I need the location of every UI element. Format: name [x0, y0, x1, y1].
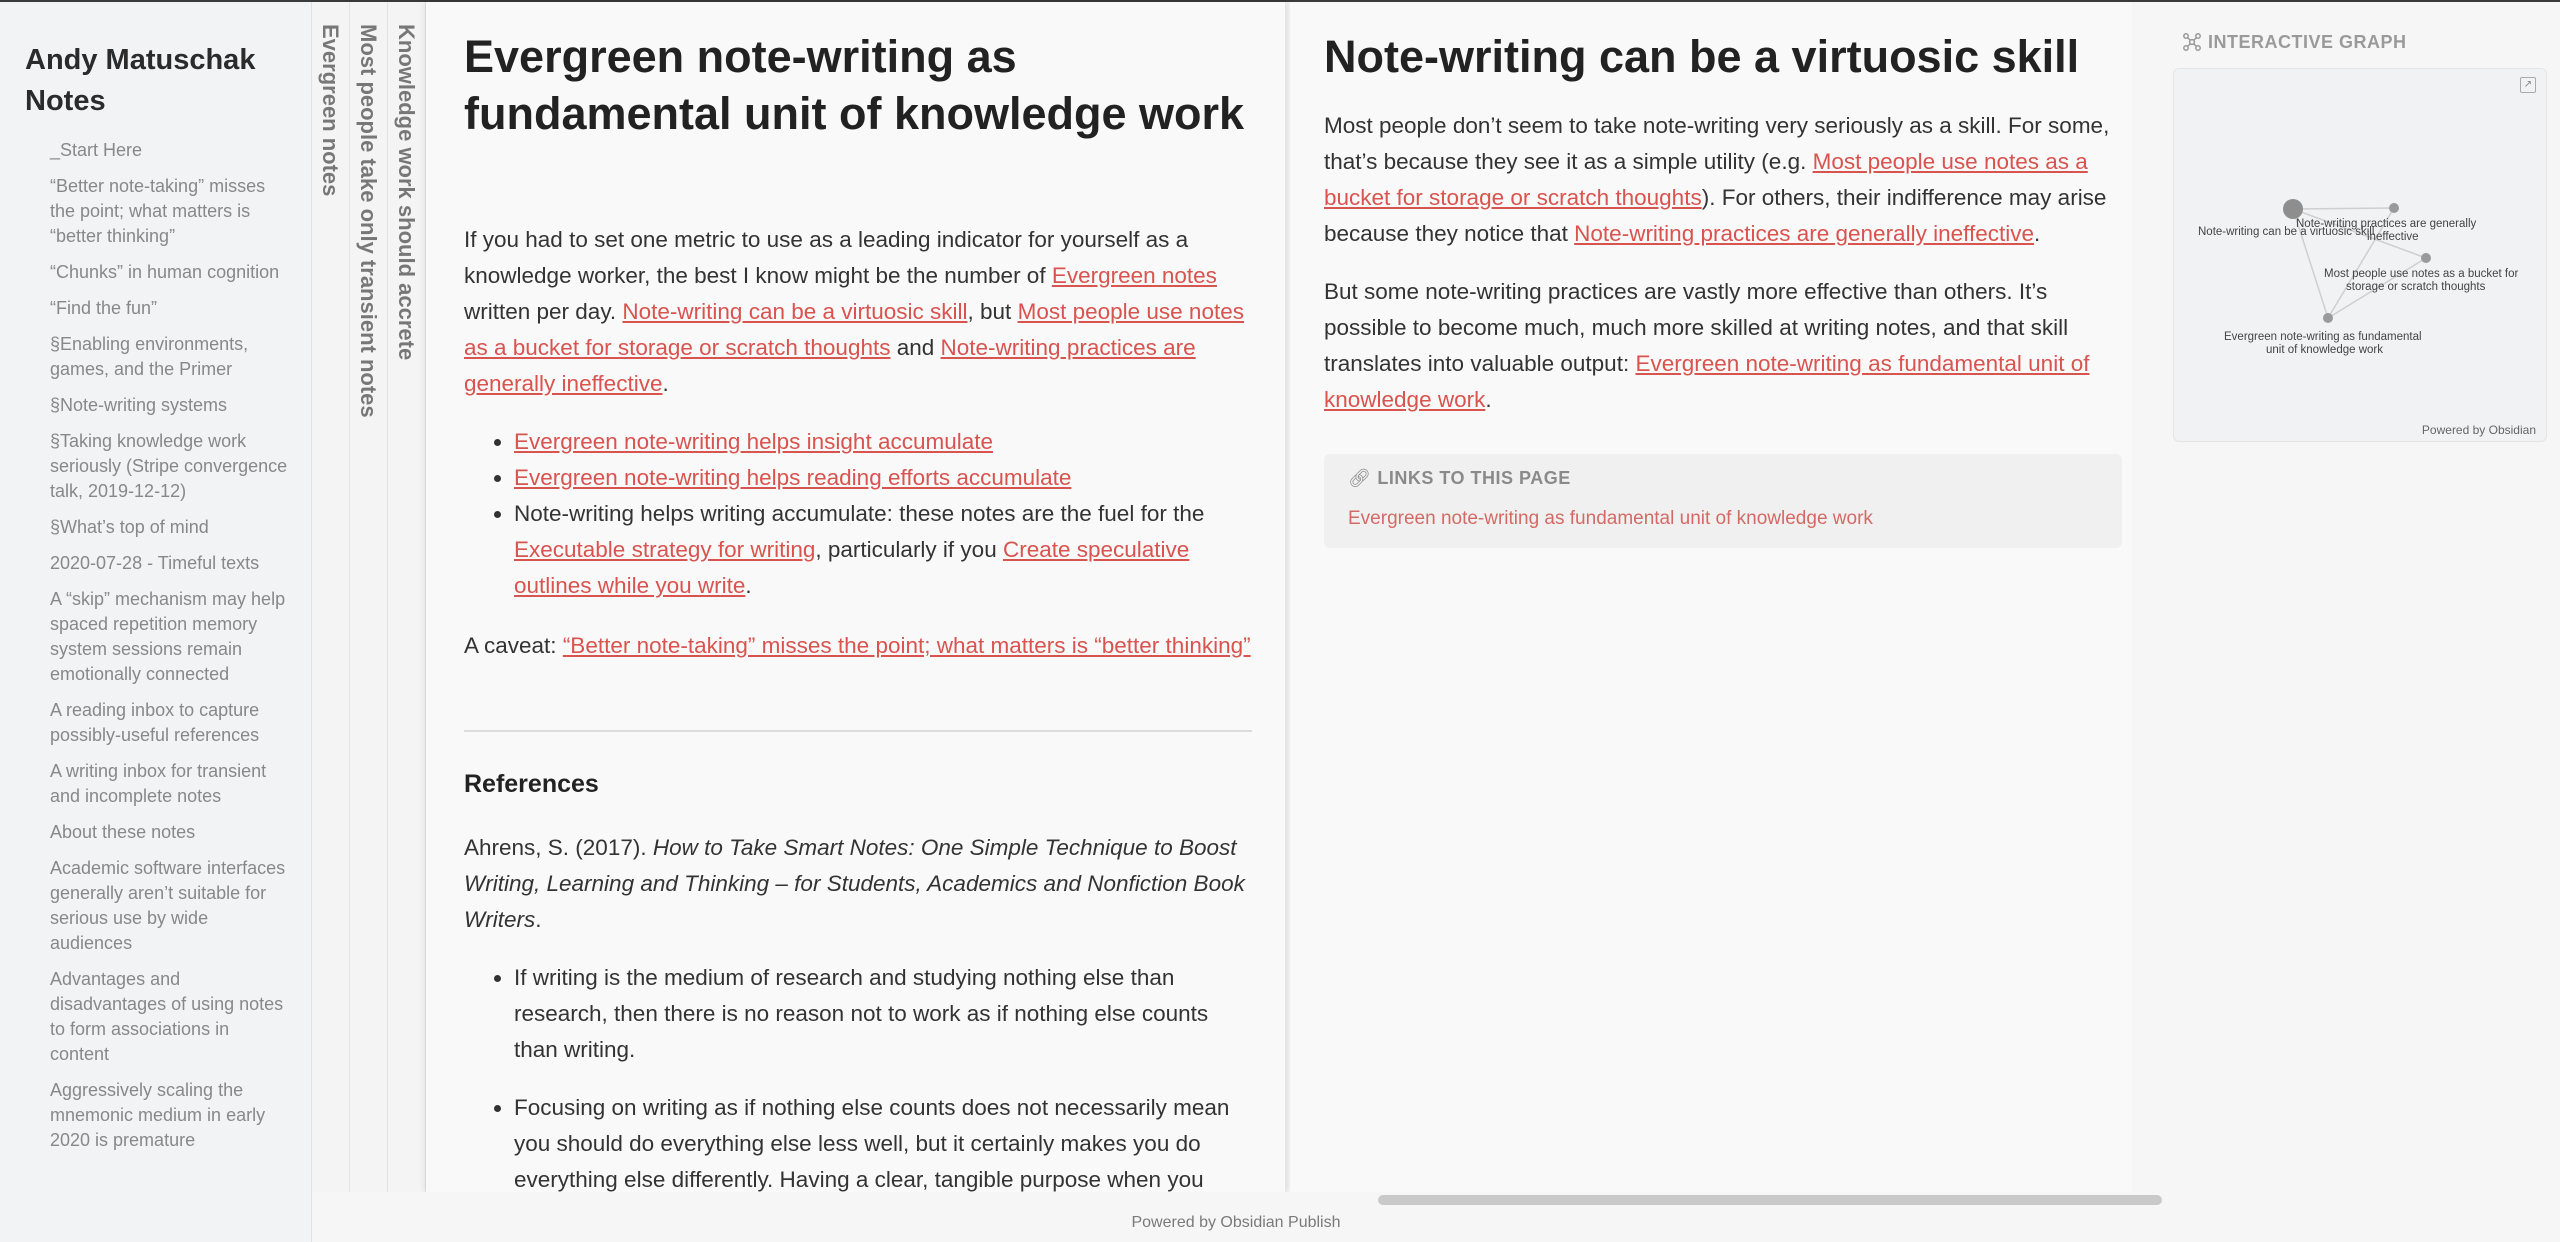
stacked-pane-spine-evergreen-notes[interactable]: Evergreen notes [312, 2, 350, 1192]
citation-author: Ahrens, S. (2017). [464, 835, 653, 860]
graph-node[interactable] [2421, 253, 2431, 263]
intro-paragraph: If you had to set one metric to use as a… [464, 222, 1254, 402]
spine-label: Knowledge work should accrete [394, 24, 419, 361]
text: written per day. [464, 299, 623, 324]
sidebar: Andy Matuschak Notes _Start Here “Better… [0, 2, 312, 1242]
list-item: Evergreen note-writing helps reading eff… [514, 460, 1254, 496]
sidebar-item[interactable]: A “skip” mechanism may help spaced repet… [50, 587, 290, 687]
link-reading-accumulate[interactable]: Evergreen note-writing helps reading eff… [514, 465, 1071, 490]
references-heading: References [464, 770, 599, 798]
text: . [535, 907, 542, 932]
text: and [890, 335, 941, 360]
link-note-writing-virtuosic-skill[interactable]: Note-writing can be a virtuosic skill [622, 299, 967, 324]
stacked-pane-spine-knowledge-work[interactable]: Knowledge work should accrete [388, 2, 426, 1192]
sidebar-item[interactable]: Aggressively scaling the mnemonic medium… [50, 1078, 290, 1153]
caveat-paragraph: A caveat: “Better note-taking” misses th… [464, 628, 1254, 664]
text: A caveat: [464, 633, 563, 658]
sidebar-item[interactable]: Advantages and disadvantages of using no… [50, 967, 290, 1067]
graph-node-label: Most people use notes as a bucket for sto… [2324, 268, 2519, 293]
note-title: Evergreen note-writing as fundamental un… [464, 31, 1245, 139]
sidebar-item[interactable]: “Better note-taking” misses the point; w… [50, 174, 290, 249]
sidebar-item[interactable]: §What’s top of mind [50, 515, 290, 540]
text: . [662, 371, 669, 396]
horizontal-scrollbar-thumb[interactable] [1378, 1195, 2162, 1205]
sidebar-item[interactable]: A reading inbox to capture possibly-usef… [50, 698, 290, 748]
note-title: Note-writing can be a virtuosic skill [1324, 31, 2080, 82]
text: . [1485, 387, 1492, 412]
link-evergreen-notes[interactable]: Evergreen notes [1052, 263, 1217, 288]
divider [464, 730, 1252, 732]
note-pane-virtuosic-skill: Note-writing can be a virtuosic skill Mo… [1290, 2, 2132, 1192]
sidebar-item[interactable]: “Chunks” in human cognition [50, 260, 290, 285]
sidebar-item[interactable]: _Start Here [50, 138, 290, 163]
graph-header: INTERACTIVE GRAPH [2182, 32, 2407, 53]
graph-node-label: Evergreen note-writing as fundamental uni… [2224, 331, 2422, 356]
sidebar-item[interactable]: §Enabling environments, games, and the P… [50, 332, 290, 382]
backlink-item[interactable]: Evergreen note-writing as fundamental un… [1348, 508, 1873, 530]
sidebar-item[interactable]: About these notes [50, 820, 290, 845]
backlinks-header: 🔗︎ LINKS TO THIS PAGE [1348, 468, 1571, 489]
link-insight-accumulate[interactable]: Evergreen note-writing helps insight acc… [514, 429, 993, 454]
graph-node[interactable] [2389, 203, 2399, 213]
note-pane-evergreen-note-writing: Evergreen note-writing as fundamental un… [426, 2, 1286, 1192]
text: . [745, 573, 752, 598]
spine-label: Evergreen notes [318, 24, 343, 197]
link-better-thinking[interactable]: “Better note-taking” misses the point; w… [563, 633, 1251, 658]
text: , but [967, 299, 1018, 324]
graph-node-current[interactable] [2283, 199, 2303, 219]
link-icon: 🔗︎ [1348, 468, 1372, 488]
link-executable-strategy[interactable]: Executable strategy for writing [514, 537, 815, 562]
list-item: If writing is the medium of research and… [514, 960, 1254, 1068]
sidebar-item[interactable]: “Find the fun” [50, 296, 290, 321]
sidebar-item[interactable]: A writing inbox for transient and incomp… [50, 759, 290, 809]
text: Note-writing helps writing accumulate: t… [514, 501, 1205, 526]
graph-icon [2182, 32, 2202, 53]
backlinks-box: 🔗︎ LINKS TO THIS PAGE Evergreen note-writ… [1324, 454, 2122, 548]
stacked-pane-spine-transient-notes[interactable]: Most people take only transient notes [350, 2, 388, 1192]
footer-powered-by[interactable]: Powered by Obsidian Publish [312, 1214, 2160, 1232]
paragraph: But some note-writing practices are vast… [1324, 274, 2114, 418]
text: , particularly if you [815, 537, 1003, 562]
spine-label: Most people take only transient notes [356, 24, 381, 418]
sidebar-item[interactable]: Academic software interfaces generally a… [50, 856, 290, 956]
graph-header-label: INTERACTIVE GRAPH [2208, 32, 2407, 52]
sidebar-item[interactable]: §Note-writing systems [50, 393, 290, 418]
accumulation-list: Evergreen note-writing helps insight acc… [514, 424, 1254, 604]
paragraph: Most people don’t seem to take note-writ… [1324, 108, 2114, 252]
quote-list: If writing is the medium of research and… [514, 960, 1254, 1192]
interactive-graph[interactable]: Note-writing can be a virtuosic skill No… [2173, 68, 2547, 442]
backlinks-header-label: LINKS TO THIS PAGE [1377, 468, 1571, 488]
sidebar-item[interactable]: 2020-07-28 - Timeful texts [50, 551, 290, 576]
text: . [2033, 221, 2041, 246]
list-item: Focusing on writing as if nothing else c… [514, 1090, 1254, 1192]
graph-node[interactable] [2323, 313, 2333, 323]
citation: Ahrens, S. (2017). How to Take Smart Not… [464, 830, 1254, 938]
list-item: Note-writing helps writing accumulate: t… [514, 496, 1254, 604]
graph-canvas[interactable]: Note-writing can be a virtuosic skill No… [2174, 69, 2547, 442]
link-note-writing-ineffective[interactable]: Note-writing practices are generally ine… [1574, 221, 2034, 246]
graph-powered-by: Powered by Obsidian [2421, 423, 2536, 437]
list-item: Evergreen note-writing helps insight acc… [514, 424, 1254, 460]
sidebar-nav-list: _Start Here “Better note-taking” misses … [50, 138, 290, 1164]
expand-graph-icon[interactable]: ↗ [2520, 77, 2536, 93]
site-title[interactable]: Andy Matuschak Notes [25, 40, 285, 122]
sidebar-item[interactable]: §Taking knowledge work seriously (Stripe… [50, 429, 290, 504]
